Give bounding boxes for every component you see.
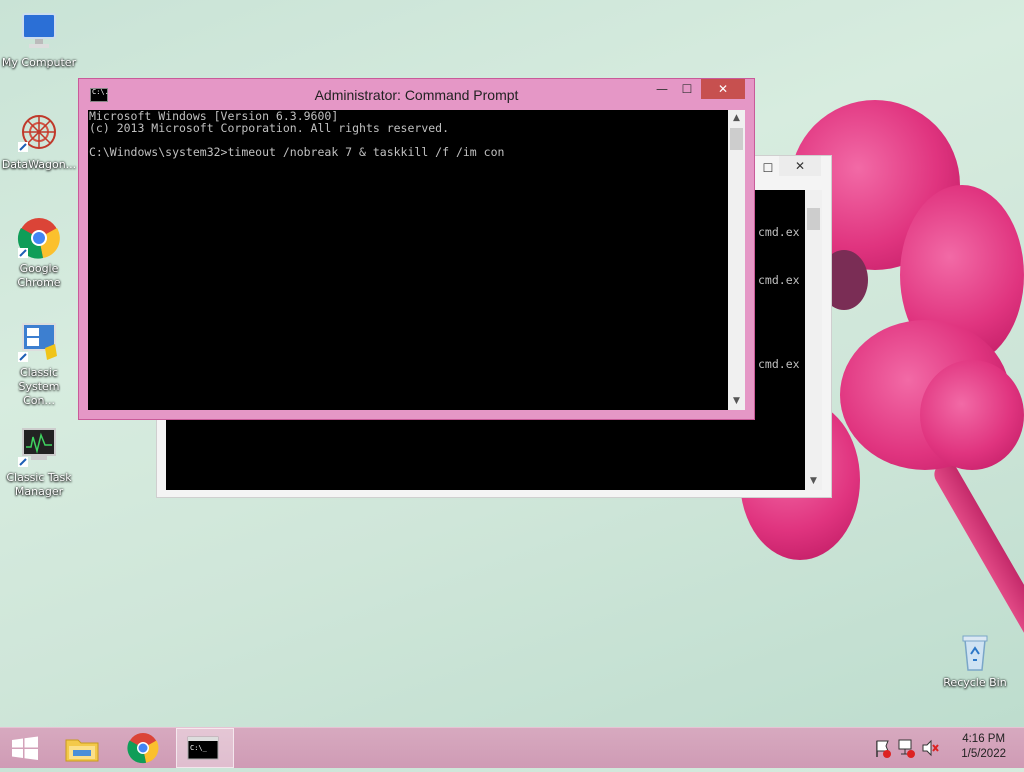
vertical-scrollbar[interactable]: ▼ [805, 190, 822, 490]
command-prompt-window[interactable]: C:\. Administrator: Command Prompt — ☐ ✕… [78, 78, 755, 420]
task-manager-icon [17, 425, 61, 469]
taskbar: C:\_ 4:16 PM 1/5/2022 [0, 727, 1024, 768]
console-line: C:\Windows\system32>timeout /nobreak 7 &… [89, 145, 505, 159]
network-icon[interactable] [896, 728, 916, 768]
desktop-icon-datawagon[interactable]: DataWagon... [1, 112, 77, 172]
clock-time: 4:16 PM [962, 733, 1006, 745]
control-panel-icon [17, 320, 61, 364]
scroll-thumb[interactable] [730, 128, 743, 150]
desktop-icon-my-computer[interactable]: My Computer [1, 10, 77, 70]
clock[interactable]: 4:16 PM 1/5/2022 [961, 732, 1006, 762]
console-line: (c) 2013 Microsoft Corporation. All righ… [89, 121, 450, 135]
console-output[interactable]: Microsoft Windows [Version 6.3.9600] (c)… [88, 110, 729, 410]
desktop-icon-classic-system-control[interactable]: Classic System Con... [1, 320, 77, 408]
maximize-button[interactable]: ☐ [676, 79, 698, 99]
desktop-icon-classic-task-manager[interactable]: Classic Task Manager [1, 425, 77, 499]
svg-text:C:\_: C:\_ [190, 744, 208, 752]
title-bar[interactable]: C:\. Administrator: Command Prompt — ☐ ✕ [79, 79, 754, 109]
taskbar-file-explorer[interactable] [55, 728, 109, 768]
desktop-icon-recycle-bin[interactable]: Recycle Bin [937, 630, 1013, 690]
taskbar-command-prompt[interactable]: C:\_ [176, 728, 234, 768]
datawagon-icon [17, 112, 61, 156]
maximize-button[interactable]: ☐ [757, 158, 779, 178]
desktop-icon-label: Recycle Bin [943, 676, 1007, 689]
desktop-icon-label: DataWagon... [1, 158, 77, 171]
desktop-icon-label: Classic System Con... [18, 366, 60, 407]
windows-logo-icon [12, 736, 38, 760]
scroll-down-icon[interactable]: ▼ [805, 473, 822, 490]
desktop-icon-google-chrome[interactable]: Google Chrome [1, 216, 77, 290]
recycle-bin-icon [953, 630, 997, 674]
chrome-icon [127, 733, 159, 764]
desktop-icon-label: Classic Task Manager [6, 471, 72, 498]
desktop-icon-label: Google Chrome [17, 262, 61, 289]
cmd-icon: C:\_ [187, 736, 219, 760]
close-icon: ✕ [717, 82, 729, 96]
close-button[interactable]: ✕ [701, 79, 745, 99]
folder-icon [65, 739, 99, 762]
scroll-down-icon[interactable]: ▼ [728, 393, 745, 410]
monitor-icon [17, 10, 61, 54]
speaker-muted-icon[interactable] [920, 728, 940, 768]
maximize-icon: ☐ [762, 161, 774, 175]
close-button[interactable]: ✕ [779, 156, 821, 176]
console-text: cmd.ex [758, 357, 800, 371]
close-icon: ✕ [794, 159, 806, 173]
console-text: cmd.ex [758, 225, 800, 239]
chrome-icon [17, 216, 61, 260]
desktop-icon-label: My Computer [1, 56, 77, 69]
clock-date: 1/5/2022 [961, 748, 1006, 760]
maximize-icon: ☐ [681, 82, 693, 96]
start-button[interactable] [0, 728, 54, 768]
console-text: cmd.ex [758, 273, 800, 287]
taskbar-chrome[interactable] [116, 728, 170, 768]
flag-icon[interactable] [872, 728, 892, 768]
system-tray [872, 728, 946, 768]
scroll-up-icon[interactable]: ▲ [728, 110, 745, 127]
minimize-icon: — [656, 82, 668, 96]
vertical-scrollbar[interactable]: ▲ ▼ [728, 110, 745, 410]
minimize-button[interactable]: — [651, 79, 673, 99]
